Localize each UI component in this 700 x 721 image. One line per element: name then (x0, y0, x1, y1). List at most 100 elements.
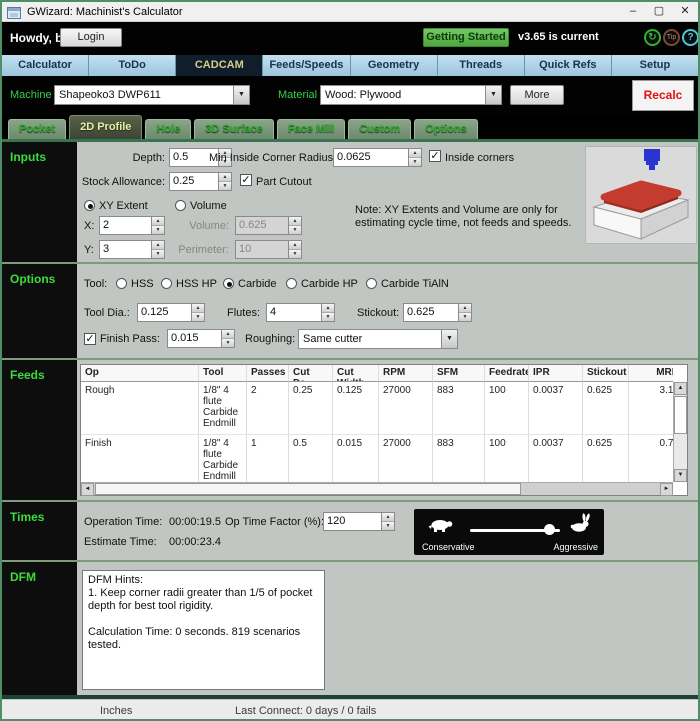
spinner-arrows[interactable]: ▲▼ (381, 513, 394, 530)
spinner-arrows[interactable]: ▲▼ (151, 241, 164, 258)
spinner-down-icon[interactable]: ▼ (152, 250, 164, 258)
getting-started-button[interactable]: Getting Started (423, 28, 509, 47)
spinner-up-icon[interactable]: ▲ (382, 513, 394, 522)
spinner-arrows[interactable]: ▲▼ (218, 173, 231, 190)
scroll-right-icon[interactable]: ► (660, 483, 673, 496)
subtab-2d-profile[interactable]: 2D Profile (69, 115, 142, 139)
roughing-dropdown[interactable]: Same cutter ▼ (298, 329, 458, 349)
spinner-arrows[interactable]: ▲▼ (151, 217, 164, 234)
spinner-up-icon[interactable]: ▲ (459, 304, 471, 313)
finish-pass-checkbox[interactable]: ✓ (84, 333, 96, 345)
vertical-scrollbar[interactable]: ▲ ▼ (673, 382, 687, 482)
scroll-left-icon[interactable]: ◄ (81, 483, 94, 496)
table-row-rough[interactable]: Rough 1/8" 4 flute Carbide Endmill 2 0.2… (81, 382, 673, 435)
tab-setup[interactable]: Setup (612, 55, 698, 76)
op-time-factor-spinner[interactable]: 120 ▲▼ (323, 512, 395, 531)
spinner-arrows[interactable]: ▲▼ (191, 304, 204, 321)
spinner-up-icon[interactable]: ▲ (222, 330, 234, 339)
flutes-value[interactable]: 4 (267, 304, 321, 321)
column-header-rpm[interactable]: RPM (379, 365, 433, 382)
tab-cadcam[interactable]: CADCAM (176, 55, 263, 76)
subtab-pocket[interactable]: Pocket (8, 119, 66, 139)
vertical-scroll-thumb[interactable] (674, 396, 687, 434)
spinner-up-icon[interactable]: ▲ (409, 149, 421, 158)
minimize-button[interactable]: – (620, 2, 646, 22)
maximize-button[interactable]: ▢ (646, 2, 672, 22)
scroll-up-icon[interactable]: ▲ (674, 382, 687, 395)
tool-hss-hp-radio[interactable] (161, 278, 172, 289)
tool-carbide-hp-radio[interactable] (286, 278, 297, 289)
close-button[interactable]: ✕ (672, 2, 698, 22)
stock-value[interactable]: 0.25 (170, 173, 218, 190)
subtab-options[interactable]: Options (414, 119, 478, 139)
y-value[interactable]: 3 (100, 241, 151, 258)
chevron-down-icon[interactable]: ▼ (233, 86, 249, 104)
tool-carbide-radio[interactable] (223, 278, 234, 289)
stock-allowance-spinner[interactable]: 0.25 ▲▼ (169, 172, 232, 191)
recalc-button[interactable]: Recalc (632, 80, 694, 111)
slider-handle[interactable] (544, 524, 555, 535)
spinner-down-icon[interactable]: ▼ (222, 339, 234, 347)
spinner-down-icon[interactable]: ▼ (152, 226, 164, 234)
sync-icon[interactable]: ↻ (644, 29, 661, 46)
tab-todo[interactable]: ToDo (89, 55, 176, 76)
subtab-custom[interactable]: Custom (348, 119, 411, 139)
horizontal-scroll-thumb[interactable] (95, 483, 521, 495)
column-header-stickout[interactable]: Stickout (583, 365, 629, 382)
login-button[interactable]: Login (60, 28, 122, 47)
table-row-finish[interactable]: Finish 1/8" 4 flute Carbide Endmill 1 0.… (81, 435, 673, 482)
tip-icon[interactable]: Tip (663, 29, 680, 46)
column-header-cut-width[interactable]: Cut Width (333, 365, 379, 382)
subtab-face-mill[interactable]: Face Mill (277, 119, 345, 139)
tool-carbide-tialn-radio[interactable] (366, 278, 377, 289)
spinner-down-icon[interactable]: ▼ (409, 158, 421, 166)
material-dropdown[interactable]: Wood: Plywood ▼ (320, 85, 502, 105)
y-spinner[interactable]: 3 ▲▼ (99, 240, 165, 259)
spinner-down-icon[interactable]: ▼ (322, 313, 334, 321)
spinner-arrows[interactable]: ▲▼ (221, 330, 234, 347)
stickout-value[interactable]: 0.625 (404, 304, 458, 321)
x-value[interactable]: 2 (100, 217, 151, 234)
spinner-up-icon[interactable]: ▲ (219, 173, 231, 182)
subtab-hole[interactable]: Hole (145, 119, 191, 139)
spinner-down-icon[interactable]: ▼ (459, 313, 471, 321)
tab-feeds-speeds[interactable]: Feeds/Speeds (263, 55, 350, 76)
help-icon[interactable]: ? (682, 29, 699, 46)
spinner-arrows[interactable]: ▲▼ (408, 149, 421, 166)
op-time-factor-value[interactable]: 120 (324, 513, 381, 530)
volume-radio[interactable] (175, 200, 186, 211)
spinner-arrows[interactable]: ▲▼ (321, 304, 334, 321)
tool-dia-value[interactable]: 0.125 (138, 304, 191, 321)
more-button[interactable]: More (510, 85, 564, 105)
finish-pass-value[interactable]: 0.015 (168, 330, 221, 347)
inside-corners-checkbox[interactable]: ✓ (429, 150, 441, 162)
xy-extent-radio[interactable] (84, 200, 95, 211)
spinner-down-icon[interactable]: ▼ (382, 522, 394, 530)
micr-value[interactable]: 0.0625 (334, 149, 408, 166)
column-header-ipr[interactable]: IPR (529, 365, 583, 382)
spinner-up-icon[interactable]: ▲ (152, 241, 164, 250)
title-bar[interactable]: GWizard: Machinist's Calculator – ▢ ✕ (2, 2, 698, 22)
spinner-up-icon[interactable]: ▲ (152, 217, 164, 226)
stickout-spinner[interactable]: 0.625 ▲▼ (403, 303, 472, 322)
scroll-down-icon[interactable]: ▼ (674, 469, 687, 482)
machine-dropdown[interactable]: Shapeoko3 DWP611 ▼ (54, 85, 250, 105)
chevron-down-icon[interactable]: ▼ (441, 330, 457, 348)
tool-dia-spinner[interactable]: 0.125 ▲▼ (137, 303, 205, 322)
horizontal-scrollbar[interactable]: ◄ ► (81, 482, 673, 495)
tab-geometry[interactable]: Geometry (351, 55, 438, 76)
flutes-spinner[interactable]: 4 ▲▼ (266, 303, 335, 322)
part-cutout-checkbox[interactable]: ✓ (240, 174, 252, 186)
column-header-op[interactable]: Op (81, 365, 199, 382)
chevron-down-icon[interactable]: ▼ (485, 86, 501, 104)
tab-threads[interactable]: Threads (438, 55, 525, 76)
tool-hss-radio[interactable] (116, 278, 127, 289)
finish-pass-spinner[interactable]: 0.015 ▲▼ (167, 329, 235, 348)
x-spinner[interactable]: 2 ▲▼ (99, 216, 165, 235)
spinner-down-icon[interactable]: ▼ (219, 182, 231, 190)
tab-quick-refs[interactable]: Quick Refs (525, 55, 612, 76)
column-header-feedrate[interactable]: Feedrate (485, 365, 529, 382)
subtab-3d-surface[interactable]: 3D Surface (194, 119, 273, 139)
spinner-up-icon[interactable]: ▲ (322, 304, 334, 313)
tab-calculator[interactable]: Calculator (2, 55, 89, 76)
